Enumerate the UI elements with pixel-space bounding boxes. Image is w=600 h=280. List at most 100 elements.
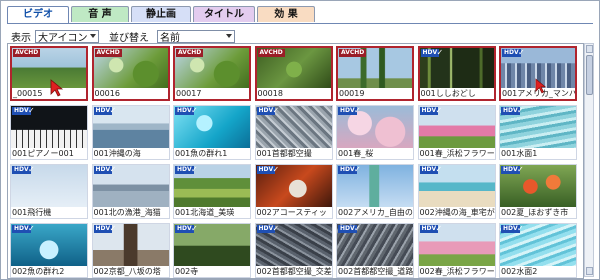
scroll-down-button[interactable]	[586, 267, 593, 275]
clip-name: _00015	[12, 88, 86, 99]
clip-name: 002魚の群れ2	[11, 266, 87, 277]
tab-divider	[7, 23, 593, 24]
display-mode-value: 大アイコン	[38, 32, 88, 44]
clip-name: 001首都都空撮	[255, 148, 332, 159]
clip-thumbnail[interactable]: HDV ✓ 001首都都空撮	[254, 105, 333, 160]
check-icon: ✓	[518, 48, 525, 57]
check-icon: ✓	[435, 106, 443, 115]
check-icon: ✓	[435, 165, 443, 174]
clip-name: 001北の漁港_海猫	[92, 207, 169, 218]
clip-thumbnail[interactable]: HDV ✓ 002春_浜松フラワー	[417, 223, 496, 278]
clip-thumbnail[interactable]: AVCHD 00017	[173, 46, 251, 101]
check-icon: ✓	[354, 165, 361, 174]
clip-thumbnail[interactable]: HDV ✓ 001飛行機	[10, 164, 88, 219]
check-icon: ✓	[109, 106, 117, 115]
format-badge: AVCHD	[94, 49, 122, 57]
clip-name: 00017	[175, 88, 249, 99]
clip-name: 002アメリカ_自由の	[337, 207, 413, 218]
clip-thumbnail[interactable]: HDV ✓ 002アメリカ_自由の	[336, 164, 414, 219]
clip-thumbnail[interactable]: HDV ✓ 001ピアノー001	[10, 105, 88, 160]
scroll-thumb[interactable]	[586, 55, 593, 95]
clip-thumbnail[interactable]: HDV ✓ 001水面1	[499, 105, 577, 160]
check-icon: ✓	[28, 165, 35, 174]
media-tabs: ビデオ 音 声 静止画 タイトル 効 果	[7, 6, 315, 24]
clip-thumbnail[interactable]: HDV ✓ 002京都_八坂の塔	[91, 223, 170, 278]
format-badge: AVCHD	[339, 49, 367, 57]
check-icon: ✓	[191, 106, 198, 115]
clip-name: 001魚の群れ1	[174, 148, 250, 159]
check-icon: ✓	[191, 165, 198, 174]
mouse-cursor-icon	[50, 79, 64, 97]
display-mode-select[interactable]: 大アイコン	[35, 29, 99, 44]
clip-thumbnail[interactable]: HDV ✓ 001春_浜松フラワー	[417, 105, 496, 160]
clip-name: 001北海道_美瑛	[174, 207, 250, 218]
vertical-scrollbar[interactable]	[584, 43, 594, 277]
clip-thumbnail[interactable]: HDV ✓ 002沖縄の海_車宅が	[417, 164, 496, 219]
clip-grid: AVCHD _00015 AVCHD 00016 AVCHD 00017 AVCHD 0001…	[7, 43, 584, 279]
clip-thumbnail[interactable]: HDV ✓ 002魚の群れ2	[10, 223, 88, 278]
clip-name: 001水面1	[500, 148, 576, 159]
display-label: 表示	[11, 32, 31, 44]
clip-name: 00019	[338, 88, 412, 99]
check-icon: ✓	[354, 106, 361, 115]
check-icon: ✓	[354, 224, 361, 233]
mouse-cursor-icon	[535, 78, 547, 94]
check-icon: ✓	[517, 106, 524, 115]
scroll-up-button[interactable]	[586, 45, 593, 53]
clip-thumbnail[interactable]: HDV ✓ 001魚の群れ1	[173, 105, 251, 160]
clip-name: 001ししおどし	[419, 88, 494, 99]
sort-label: 並び替え	[109, 32, 149, 44]
media-library-panel: ビデオ 音 声 静止画 タイトル 効 果 表示 大アイコン 並び替え 名前 AV…	[0, 0, 600, 280]
clip-thumbnail[interactable]: HDV ✓ 002水面2	[499, 223, 577, 278]
clip-name: 002京都_八坂の塔	[92, 266, 169, 277]
clip-name: 002寺	[174, 266, 250, 277]
clip-thumbnail[interactable]: HDV ✓ 002首都都空撮_交差	[254, 223, 333, 278]
clip-thumbnail[interactable]: HDV ✓ 002アコースティッ	[254, 164, 333, 219]
clip-name: 002夏_ほおずき市	[500, 207, 576, 218]
clip-thumbnail[interactable]: HDV ✓ 001沖縄の海	[91, 105, 170, 160]
check-icon: ✓	[109, 165, 117, 174]
sort-order-select[interactable]: 名前	[157, 29, 235, 44]
tab-title[interactable]: タイトル	[193, 6, 255, 22]
clip-name: 001春_浜松フラワー	[418, 148, 495, 159]
clip-name: 002沖縄の海_車宅が	[418, 207, 495, 218]
check-icon: ✓	[109, 224, 117, 233]
clip-name: 001春_桜	[337, 148, 413, 159]
check-icon: ✓	[436, 48, 444, 57]
clip-thumbnail[interactable]: AVCHD _00015	[10, 46, 88, 101]
clip-thumbnail[interactable]: HDV ✓ 002首都都空撮_道路	[336, 223, 414, 278]
tab-audio[interactable]: 音 声	[71, 6, 129, 22]
clip-thumbnail[interactable]: HDV ✓ 002寺	[173, 223, 251, 278]
format-badge: AVCHD	[176, 49, 204, 57]
check-icon: ✓	[272, 106, 280, 115]
view-toolbar: 表示 大アイコン 並び替え 名前	[11, 28, 235, 44]
format-badge: AVCHD	[13, 49, 41, 57]
clip-name: 00018	[256, 88, 331, 99]
format-badge: AVCHD	[257, 49, 285, 57]
check-icon: ✓	[191, 224, 198, 233]
chevron-down-icon	[226, 34, 232, 38]
clip-thumbnail[interactable]: HDV ✓ 001春_桜	[336, 105, 414, 160]
clip-thumbnail[interactable]: HDV ✓ 001北海道_美瑛	[173, 164, 251, 219]
clip-name: 002アコースティッ	[255, 207, 332, 218]
clip-name: 002春_浜松フラワー	[418, 266, 495, 277]
clip-thumbnail[interactable]: HDV ✓ 001ししおどし	[417, 46, 496, 101]
clip-thumbnail[interactable]: AVCHD 00018	[254, 46, 333, 101]
clip-name: 001飛行機	[11, 207, 87, 218]
tab-effect[interactable]: 効 果	[257, 6, 315, 22]
check-icon: ✓	[517, 165, 524, 174]
check-icon: ✓	[272, 224, 280, 233]
check-icon: ✓	[28, 224, 35, 233]
clip-thumbnail[interactable]: AVCHD 00016	[91, 46, 170, 101]
clip-name: 001ピアノー001	[11, 148, 87, 159]
clip-thumbnail[interactable]: HDV ✓ 001北の漁港_海猫	[91, 164, 170, 219]
tab-video[interactable]: ビデオ	[7, 6, 69, 24]
clip-thumbnail[interactable]: AVCHD 00019	[336, 46, 414, 101]
sort-order-value: 名前	[160, 32, 180, 44]
clip-name: 002水面2	[500, 266, 576, 277]
clip-name: 001沖縄の海	[92, 148, 169, 159]
clip-thumbnail[interactable]: HDV ✓ 002夏_ほおずき市	[499, 164, 577, 219]
tab-still-image[interactable]: 静止画	[131, 6, 191, 22]
check-icon: ✓	[517, 224, 524, 233]
check-icon: ✓	[435, 224, 443, 233]
